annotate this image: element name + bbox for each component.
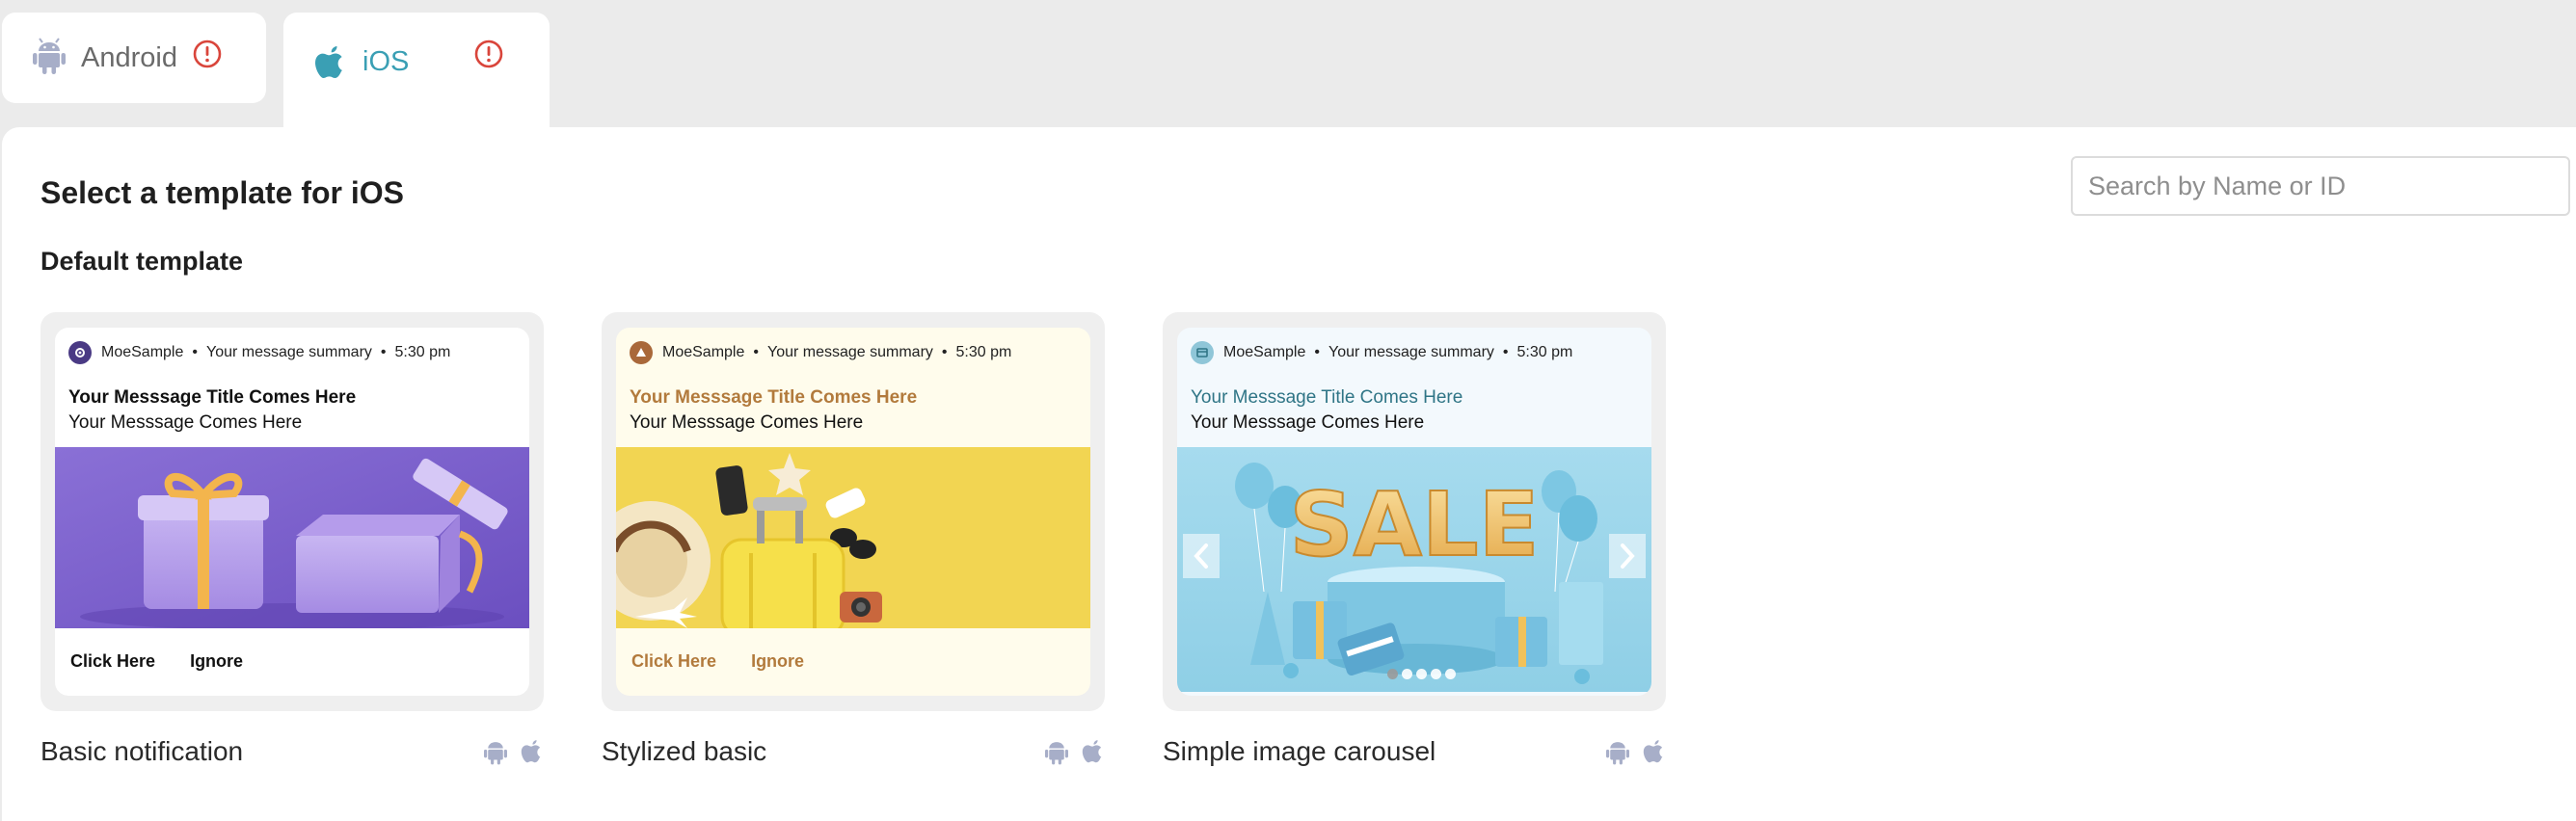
notification-image-gift-boxes — [55, 447, 529, 630]
carousel-dot[interactable] — [1431, 669, 1441, 679]
android-icon — [1045, 738, 1068, 770]
notification-time: 5:30 pm — [955, 344, 1012, 360]
action-click-here: Click Here — [631, 651, 717, 671]
carousel-image-sale: SALE — [1177, 447, 1651, 692]
template-card-stylized[interactable]: MoeSample • Your message summary • 5:30 … — [602, 312, 1105, 781]
android-icon — [1606, 738, 1629, 770]
notification-message: Your Messsage Comes Here — [1191, 412, 1425, 433]
action-ignore: Ignore — [751, 651, 805, 671]
template-preview[interactable]: MoeSample • Your message summary • 5:30 … — [40, 312, 544, 711]
app-name: MoeSample — [662, 344, 745, 360]
carousel-dot[interactable] — [1402, 669, 1412, 679]
tab-android[interactable]: Android — [2, 13, 266, 103]
carousel-dot[interactable] — [1416, 669, 1427, 679]
notification-message: Your Messsage Comes Here — [68, 412, 303, 433]
platform-icons — [1606, 738, 1666, 770]
template-name: Simple image carousel — [1163, 736, 1436, 766]
message-summary: Your message summary — [766, 344, 933, 360]
carousel-prev-button[interactable] — [1183, 534, 1220, 578]
template-card-basic[interactable]: MoeSample • Your message summary • 5:30 … — [40, 312, 544, 781]
android-icon — [484, 738, 507, 770]
card-footer: Basic notification — [40, 723, 544, 781]
message-summary: Your message summary — [205, 344, 372, 360]
warning-circle-icon — [193, 40, 222, 73]
page-title: Select a template for iOS — [40, 175, 405, 210]
notification-header: MoeSample • Your message summary • 5:30 … — [68, 341, 450, 364]
android-icon — [33, 37, 66, 79]
apple-icon — [521, 738, 544, 770]
template-card-carousel[interactable]: MoeSample • Your message summary • 5:30 … — [1163, 312, 1666, 781]
template-panel: Select a template for iOS Default templa… — [2, 127, 2576, 821]
section-title: Default template — [40, 247, 244, 276]
apple-icon — [1082, 738, 1105, 770]
warning-circle-icon — [474, 40, 503, 73]
template-name: Basic notification — [40, 736, 244, 766]
carousel-indicator — [1387, 669, 1456, 679]
notification-image-travel — [616, 447, 1090, 638]
template-preview[interactable]: MoeSample • Your message summary • 5:30 … — [602, 312, 1105, 711]
tab-ios[interactable]: iOS — [283, 13, 550, 138]
message-summary: Your message summary — [1328, 344, 1494, 360]
template-name: Stylized basic — [602, 736, 767, 766]
platform-icons — [1045, 738, 1105, 770]
card-footer: Simple image carousel — [1163, 723, 1666, 781]
apple-icon — [314, 43, 347, 87]
app-name: MoeSample — [101, 344, 184, 360]
notification-preview: MoeSample • Your message summary • 5:30 … — [1177, 328, 1651, 696]
notification-title: Your Messsage Title Comes Here — [1191, 387, 1463, 408]
carousel-next-button[interactable] — [1609, 534, 1646, 578]
notification-title: Your Messsage Title Comes Here — [630, 387, 918, 408]
carousel-dot[interactable] — [1445, 669, 1456, 679]
app-icon — [68, 341, 92, 364]
notification-header: MoeSample • Your message summary • 5:30 … — [1191, 341, 1572, 364]
tab-ios-label: iOS — [362, 46, 410, 77]
sale-text: SALE — [1290, 473, 1540, 576]
notification-title: Your Messsage Title Comes Here — [68, 387, 357, 408]
action-ignore: Ignore — [190, 651, 244, 671]
carousel-dot[interactable] — [1387, 669, 1398, 679]
app-icon — [1191, 341, 1214, 364]
app-name: MoeSample — [1223, 344, 1306, 360]
chevron-right-icon — [1621, 543, 1635, 569]
notification-actions: Click Here Ignore — [631, 651, 804, 672]
chevron-left-icon — [1194, 543, 1208, 569]
card-footer: Stylized basic — [602, 723, 1105, 781]
notification-message: Your Messsage Comes Here — [630, 412, 864, 433]
action-click-here: Click Here — [70, 651, 156, 671]
apple-icon — [1643, 738, 1666, 770]
notification-preview: MoeSample • Your message summary • 5:30 … — [55, 328, 529, 696]
search-input[interactable] — [2071, 156, 2570, 216]
notification-actions: Click Here Ignore — [70, 651, 243, 672]
tab-android-label: Android — [81, 41, 177, 73]
notification-time: 5:30 pm — [394, 344, 451, 360]
notification-time: 5:30 pm — [1516, 344, 1573, 360]
template-preview[interactable]: MoeSample • Your message summary • 5:30 … — [1163, 312, 1666, 711]
notification-preview: MoeSample • Your message summary • 5:30 … — [616, 328, 1090, 696]
app-icon — [630, 341, 653, 364]
notification-header: MoeSample • Your message summary • 5:30 … — [630, 341, 1011, 364]
platform-icons — [484, 738, 544, 770]
